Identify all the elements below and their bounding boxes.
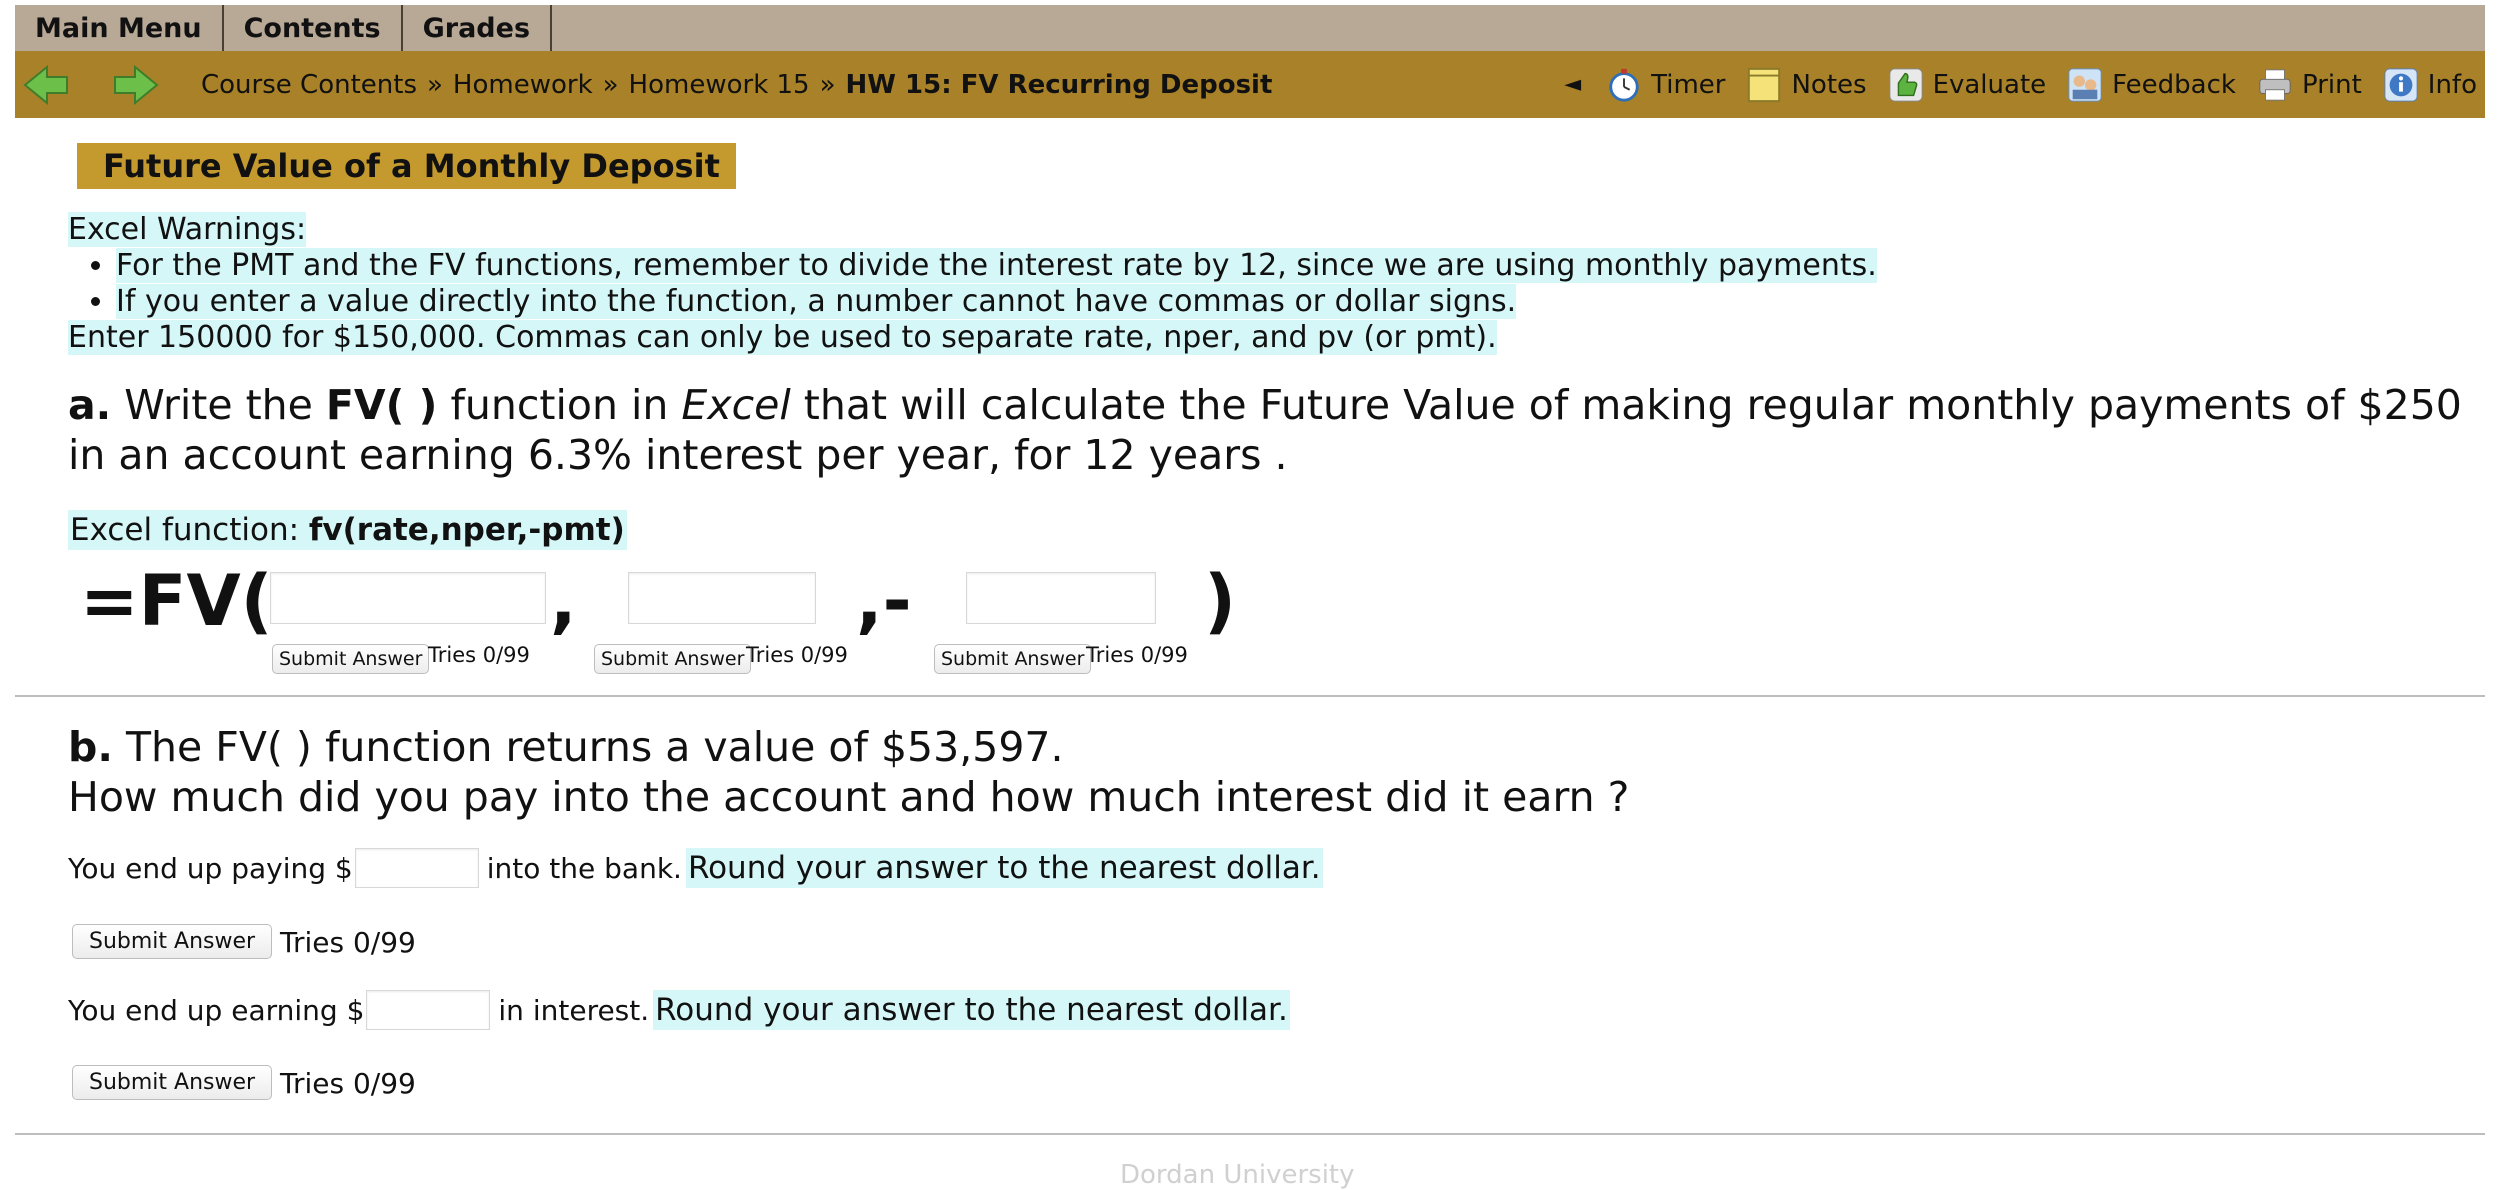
print-button[interactable]: Print [2256,66,2362,104]
forward-arrow-icon[interactable] [111,63,161,107]
tries-counter: Tries 0/99 [746,643,848,667]
divider [15,695,2485,697]
tries-counter: Tries 0/99 [280,926,416,959]
warning-item: For the PMT and the FV functions, rememb… [116,248,1877,284]
people-feedback-icon [2066,66,2104,104]
question-a: a. Write the FV( ) function in Excel tha… [68,381,2462,479]
nper-input[interactable] [628,572,816,624]
interest-question: You end up earning $ in interest. Round … [68,990,1290,1030]
tries-counter: Tries 0/99 [428,643,530,667]
timer-label: Timer [1651,69,1726,100]
breadcrumb-course-contents[interactable]: Course Contents [201,70,417,100]
breadcrumb-separator: » [427,69,443,100]
fv-close-paren: ) [1204,560,1236,642]
main-menu-bar: Main Menu Contents Grades [15,5,2485,52]
warning-item: If you enter a value directly into the f… [116,284,1877,320]
submit-nper-button[interactable]: Submit Answer [594,644,752,674]
fv-open-label: =FV( [80,560,273,642]
notes-button[interactable]: Notes [1745,66,1867,104]
submit-interest-button[interactable]: Submit Answer [72,1065,273,1100]
tries-counter: Tries 0/99 [280,1067,416,1100]
interest-amount-input[interactable] [366,990,491,1030]
submit-rate-button[interactable]: Submit Answer [272,644,430,674]
divider [15,1133,2485,1135]
breadcrumb-separator: » [819,69,836,100]
page-title: Future Value of a Monthly Deposit [77,143,736,189]
comma-negative-separator: ,- [856,560,912,642]
question-b: b. The FV( ) function returns a value of… [68,723,1630,821]
rounding-note: Round your answer to the nearest dollar. [653,990,1290,1030]
fv-formula-entry: =FV( , Submit Answer Tries 0/99 ,- Submi… [80,560,1280,680]
timer-button[interactable]: Timer [1605,66,1725,104]
pmt-input[interactable] [966,572,1156,624]
paid-amount-input[interactable] [354,848,479,888]
navigation-bar: Course Contents » Homework » Homework 15… [15,51,2485,118]
submit-pmt-button[interactable]: Submit Answer [934,644,1092,674]
paid-question: You end up paying $ into the bank. Round… [68,848,1323,888]
collapse-toolbar-icon[interactable]: ◄ [1564,72,1581,97]
warnings-note: Enter 150000 for $150,000. Commas can on… [68,320,1497,355]
footer-institution: Dordan University [1120,1160,1355,1190]
excel-warnings: Excel Warnings: For the PMT and the FV f… [68,212,1877,356]
menu-grades[interactable]: Grades [403,5,553,51]
evaluate-button[interactable]: Evaluate [1887,66,2047,104]
submit-paid-button[interactable]: Submit Answer [72,924,273,959]
back-arrow-icon[interactable] [21,63,71,107]
tries-counter: Tries 0/99 [1086,643,1188,667]
comma-separator: , [550,560,577,642]
warnings-heading: Excel Warnings: [68,212,307,247]
toolbar: ◄ Timer Notes Evaluate Feedback Print In… [1564,51,2477,118]
stopwatch-icon [1605,66,1643,104]
excel-function-hint: Excel function: fv(rate,nper,-pmt) [68,510,627,550]
printer-icon [2256,66,2294,104]
print-label: Print [2301,69,2362,100]
breadcrumb-homework[interactable]: Homework [453,70,593,100]
info-button[interactable]: Info [2382,66,2477,104]
question-b-prompt: How much did you pay into the account an… [68,773,1630,821]
info-label: Info [2427,69,2477,100]
feedback-button[interactable]: Feedback [2066,66,2236,104]
breadcrumb-separator: » [602,69,619,100]
info-icon [2382,66,2420,104]
notes-label: Notes [1791,69,1867,100]
menu-main-menu[interactable]: Main Menu [15,5,224,51]
feedback-label: Feedback [2112,69,2236,100]
menu-contents[interactable]: Contents [224,5,403,51]
excel-formula: fv(rate,nper,-pmt) [308,512,625,548]
rounding-note: Round your answer to the nearest dollar. [685,848,1323,888]
breadcrumb-current: HW 15: FV Recurring Deposit [845,69,1273,100]
fv-function-name: FV( ) [325,381,438,429]
evaluate-label: Evaluate [1932,69,2047,100]
thumbs-up-icon [1887,66,1925,104]
rate-input[interactable] [270,572,546,624]
notepad-icon [1745,66,1783,104]
breadcrumb-homework-15[interactable]: Homework 15 [629,70,810,100]
breadcrumb: Course Contents » Homework » Homework 15… [201,70,1272,100]
question-a-label: a. [68,381,112,429]
question-b-label: b. [68,723,113,771]
